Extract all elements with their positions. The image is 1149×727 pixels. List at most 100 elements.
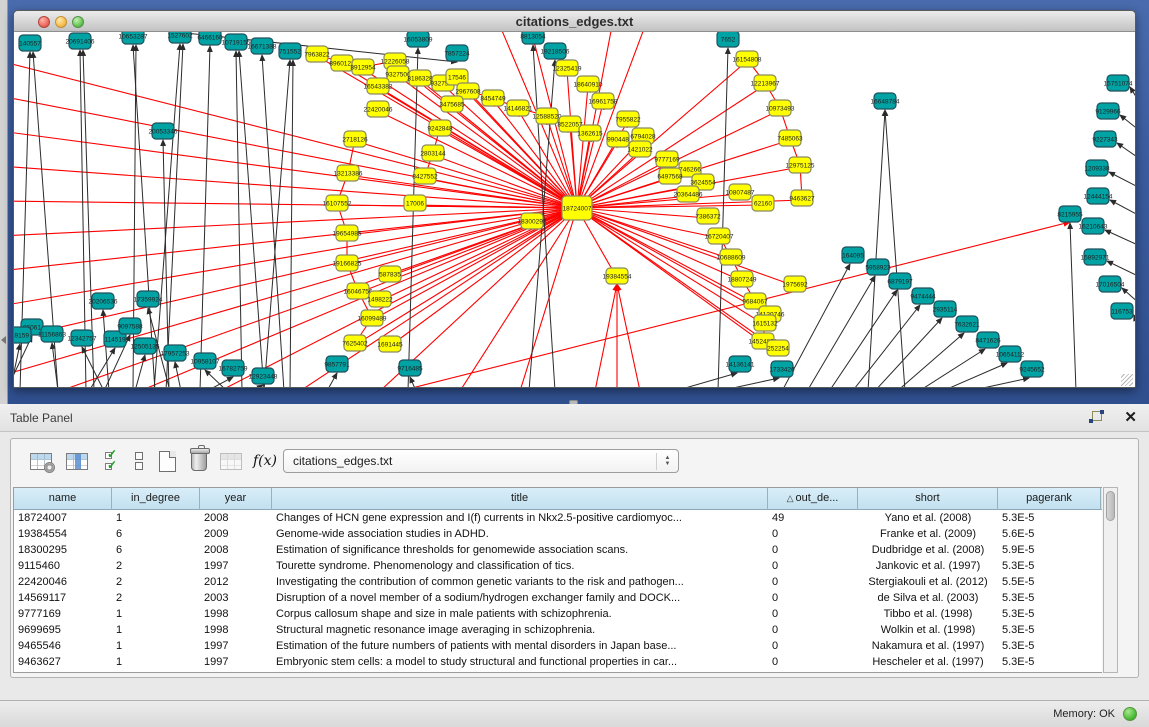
- graph-node[interactable]: 9857791: [324, 356, 350, 372]
- graph-node[interactable]: 16543382: [364, 78, 393, 94]
- graph-node[interactable]: 18724007: [562, 196, 592, 220]
- function-builder-icon[interactable]: f(x): [251, 447, 279, 475]
- panel-collapse-arrow-icon[interactable]: [1, 336, 6, 344]
- graph-node[interactable]: 9777169: [654, 151, 680, 167]
- graph-node[interactable]: 10807487: [726, 184, 755, 200]
- graph-node[interactable]: 140557: [19, 35, 41, 51]
- delete-column-icon[interactable]: [185, 447, 213, 475]
- graph-node[interactable]: 252254: [767, 340, 789, 356]
- graph-node[interactable]: 10653287: [119, 32, 148, 44]
- graph-node[interactable]: 16053809: [404, 32, 433, 47]
- graph-node[interactable]: 990448: [607, 131, 629, 147]
- graph-node[interactable]: 6466160: [197, 32, 223, 45]
- table-row[interactable]: 1872400712008Changes of HCN gene express…: [14, 510, 1102, 526]
- table-row[interactable]: 911546021997Tourette syndrome. Phenomeno…: [14, 558, 1102, 574]
- new-table-icon[interactable]: [153, 447, 181, 475]
- graph-node[interactable]: 16671388: [248, 38, 277, 54]
- graph-node[interactable]: 12444154: [1084, 188, 1113, 204]
- graph-node[interactable]: 16720407: [705, 228, 734, 244]
- graph-node[interactable]: 39159: [14, 327, 31, 343]
- table-selector-dropdown[interactable]: citations_edges.txt ▲▼: [283, 449, 679, 473]
- graph-node[interactable]: 8454749: [480, 90, 506, 106]
- graph-node[interactable]: 7652: [717, 32, 739, 47]
- graph-node[interactable]: 8215955: [1057, 206, 1083, 222]
- graph-node[interactable]: 18640910: [574, 76, 603, 92]
- graph-node[interactable]: 9474444: [910, 288, 936, 304]
- graph-node[interactable]: 8813054: [520, 32, 546, 44]
- graph-node[interactable]: 13213386: [334, 165, 363, 181]
- graph-node[interactable]: 10958107: [191, 353, 220, 369]
- graph-node[interactable]: 14136141: [726, 356, 755, 372]
- table-row[interactable]: 977716911998Corpus callosum shape and si…: [14, 606, 1102, 622]
- select-all-icon[interactable]: ✓ ✓: [97, 447, 125, 475]
- graph-node[interactable]: 17957253: [161, 345, 190, 361]
- graph-node[interactable]: 12342757: [68, 330, 97, 346]
- graph-node[interactable]: 62160: [752, 195, 774, 211]
- graph-node[interactable]: 9242848: [427, 120, 453, 136]
- graph-node[interactable]: 1362615: [577, 125, 603, 141]
- graph-node[interactable]: 17006: [404, 195, 426, 211]
- graph-node[interactable]: 12505135: [131, 338, 160, 354]
- graph-node[interactable]: 15892971: [1081, 249, 1110, 265]
- graph-node[interactable]: 16961758: [589, 93, 618, 109]
- graph-node[interactable]: 12325419: [553, 60, 582, 76]
- column-header-title[interactable]: title: [272, 488, 768, 510]
- graph-node[interactable]: 8471626: [975, 332, 1001, 348]
- graph-node[interactable]: 7632621: [954, 316, 980, 332]
- graph-node[interactable]: 19218506: [541, 43, 570, 59]
- graph-node[interactable]: 19384554: [603, 268, 632, 284]
- column-header-short[interactable]: short: [858, 488, 998, 510]
- graph-node[interactable]: 22420046: [364, 101, 393, 117]
- close-icon[interactable]: ✕: [1124, 408, 1137, 426]
- column-header-name[interactable]: name: [14, 488, 112, 510]
- graph-node[interactable]: 751552: [279, 43, 301, 59]
- graph-node[interactable]: 16210643: [1079, 218, 1108, 234]
- graph-node[interactable]: 9129966: [1095, 103, 1121, 119]
- graph-node[interactable]: 8427552: [412, 168, 438, 184]
- graph-node[interactable]: 1209338: [1084, 160, 1110, 176]
- graph-node[interactable]: 2935114: [933, 301, 958, 317]
- graph-node[interactable]: 16099489: [358, 310, 387, 326]
- graph-node[interactable]: 9245652: [1019, 361, 1045, 377]
- graph-node[interactable]: 12975125: [786, 157, 815, 173]
- graph-node[interactable]: 7963822: [304, 46, 330, 62]
- graph-node[interactable]: 587835: [379, 266, 401, 282]
- table-row[interactable]: 1830029562008Estimation of significance …: [14, 542, 1102, 558]
- table-row[interactable]: 1938455462009Genome-wide association stu…: [14, 526, 1102, 542]
- graph-node[interactable]: 10973493: [766, 100, 795, 116]
- graph-node[interactable]: 10688609: [717, 249, 746, 265]
- graph-node[interactable]: 9463627: [789, 190, 815, 206]
- column-header-year[interactable]: year: [200, 488, 272, 510]
- graph-node[interactable]: 11156863: [38, 326, 66, 342]
- graph-node[interactable]: 1615132: [752, 315, 778, 331]
- graph-node[interactable]: 12923448: [249, 368, 278, 384]
- graph-node[interactable]: 6497568: [657, 168, 683, 184]
- show-column-icon[interactable]: [63, 447, 91, 475]
- graph-node[interactable]: 18807249: [728, 271, 757, 287]
- graph-node[interactable]: 18300295: [518, 213, 547, 229]
- graph-node[interactable]: 7625402: [342, 335, 368, 351]
- canvas-resize-grip[interactable]: [1121, 374, 1133, 386]
- table-row[interactable]: 2242004622012Investigating the contribut…: [14, 574, 1102, 590]
- graph-node[interactable]: 17359924: [134, 291, 163, 307]
- graph-node[interactable]: 19166825: [333, 255, 362, 271]
- graph-node[interactable]: 2718126: [342, 131, 368, 147]
- graph-node[interactable]: 8186328: [407, 70, 433, 86]
- graph-node[interactable]: 9227343: [1092, 131, 1118, 147]
- graph-node[interactable]: 9097588: [117, 318, 143, 334]
- graph-node[interactable]: 1527602: [167, 32, 193, 43]
- graph-node[interactable]: 12213967: [751, 75, 780, 91]
- table-row[interactable]: 969969511998Structural magnetic resonanc…: [14, 622, 1102, 638]
- graph-node[interactable]: 20206536: [89, 293, 118, 309]
- graph-node[interactable]: 20053346: [149, 123, 178, 139]
- column-header-out_de[interactable]: △out_de...: [768, 488, 858, 510]
- graph-node[interactable]: 3475685: [439, 96, 465, 112]
- network-window-titlebar[interactable]: citations_edges.txt: [14, 11, 1135, 32]
- table-row[interactable]: 946362711997Embryonic stem cells: a mode…: [14, 654, 1102, 670]
- graph-node[interactable]: 10719155: [222, 34, 251, 50]
- graph-node[interactable]: 19654985: [333, 225, 362, 241]
- graph-node[interactable]: 2803144: [420, 145, 446, 161]
- table-settings-icon[interactable]: [27, 447, 55, 475]
- graph-node[interactable]: 1975692: [782, 276, 808, 292]
- unselect-rows-icon[interactable]: [125, 447, 153, 475]
